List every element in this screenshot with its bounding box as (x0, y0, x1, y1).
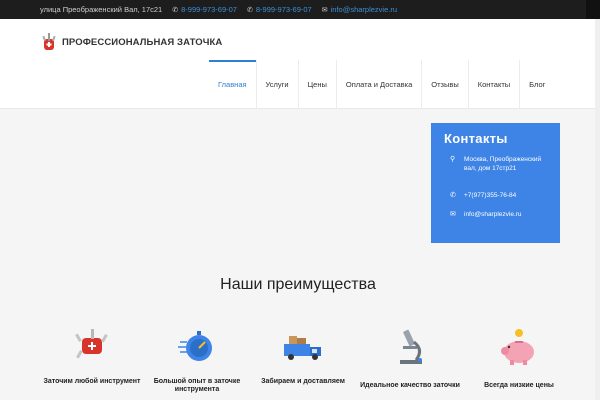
advantage-label: Заточим любой инструмент (43, 378, 141, 385)
location-pin-icon: ⚲ (450, 156, 456, 163)
swiss-knife-icon (75, 329, 108, 359)
topbar-phone-1-link[interactable]: 8-999-973-69-07 (181, 5, 237, 14)
nav-item-home[interactable]: Главная (209, 60, 256, 109)
mail-icon: ✉ (321, 6, 328, 14)
contacts-email[interactable]: info@sharplezvie.ru (464, 211, 522, 220)
contacts-phone[interactable]: +7(977)355-76-84 (464, 192, 516, 201)
topbar-email[interactable]: ✉ info@sharplezvie.ru (322, 5, 397, 14)
topbar-corner (586, 0, 600, 19)
advantages-list: Заточим любой инструмент Большой опыт в … (40, 328, 580, 400)
site-logo[interactable]: ПРОФЕССИОНАЛЬНАЯ ЗАТОЧКА (38, 31, 222, 53)
page-scrollbar[interactable] (595, 19, 600, 400)
topbar-phone-1[interactable]: ✆ 8-999-973-69-07 (172, 5, 237, 14)
nav-item-contacts[interactable]: Контакты (467, 60, 519, 109)
nav-item-blog[interactable]: Блог (519, 60, 554, 109)
mail-icon: ✉ (450, 210, 456, 218)
nav-item-payment-delivery[interactable]: Оплата и Доставка (335, 60, 421, 109)
advantage-item: Всегда низкие цены (467, 328, 571, 390)
phone-icon: ✆ (450, 192, 456, 199)
site-header: ПРОФЕССИОНАЛЬНАЯ ЗАТОЧКА Главная Услуги … (0, 19, 600, 109)
top-bar: улица Преображенский Вал, 17с21 ✆ 8-999-… (0, 0, 600, 19)
advantage-label: Большой опыт в заточке инструмента (153, 378, 241, 393)
contacts-phone-row[interactable]: ✆ +7(977)355-76-84 (444, 192, 547, 201)
phone-icon: ✆ (172, 6, 179, 14)
contacts-box: Контакты ⚲ Москва, Преображенский вал, д… (431, 123, 560, 243)
nav-item-services[interactable]: Услуги (255, 60, 298, 109)
microscope-icon (400, 329, 422, 364)
topbar-email-link[interactable]: info@sharplezvie.ru (331, 5, 397, 14)
contacts-email-row[interactable]: ✉ info@sharplezvie.ru (444, 211, 547, 220)
contacts-address: Москва, Преображенский вал, дом 17стр21 (464, 156, 542, 172)
truck-icon (284, 336, 321, 360)
nav-item-reviews[interactable]: Отзывы (421, 60, 467, 109)
stopwatch-icon (178, 331, 212, 361)
advantages-title: Наши преимущества (220, 276, 376, 293)
advantage-label: Забираем и доставляем (261, 378, 345, 385)
phone-icon: ✆ (246, 6, 253, 14)
knife-icon (42, 33, 56, 50)
advantage-item: Забираем и доставляем (251, 328, 355, 386)
topbar-phone-2[interactable]: ✆ 8-999-973-69-07 (247, 5, 312, 14)
contacts-address-row: ⚲ Москва, Преображенский вал, дом 17стр2… (444, 156, 547, 186)
topbar-phone-2-link[interactable]: 8-999-973-69-07 (256, 5, 312, 14)
logo-text: ПРОФЕССИОНАЛЬНАЯ ЗАТОЧКА (62, 36, 223, 48)
advantage-label: Идеальное качество заточки (360, 382, 460, 389)
nav-item-prices[interactable]: Цены (297, 60, 336, 109)
topbar-address-text: улица Преображенский Вал, 17с21 (40, 5, 163, 14)
contacts-title: Контакты (444, 131, 508, 146)
piggy-bank-icon (501, 329, 534, 365)
advantage-label: Всегда низкие цены (484, 382, 554, 389)
main-nav: Главная Услуги Цены Оплата и Доставка От… (209, 60, 554, 109)
advantage-item: Идеальное качество заточки (358, 328, 462, 390)
advantage-item: Заточим любой инструмент (40, 328, 144, 386)
advantage-item: Большой опыт в заточке инструмента (145, 328, 249, 394)
topbar-address: улица Преображенский Вал, 17с21 (40, 5, 162, 14)
